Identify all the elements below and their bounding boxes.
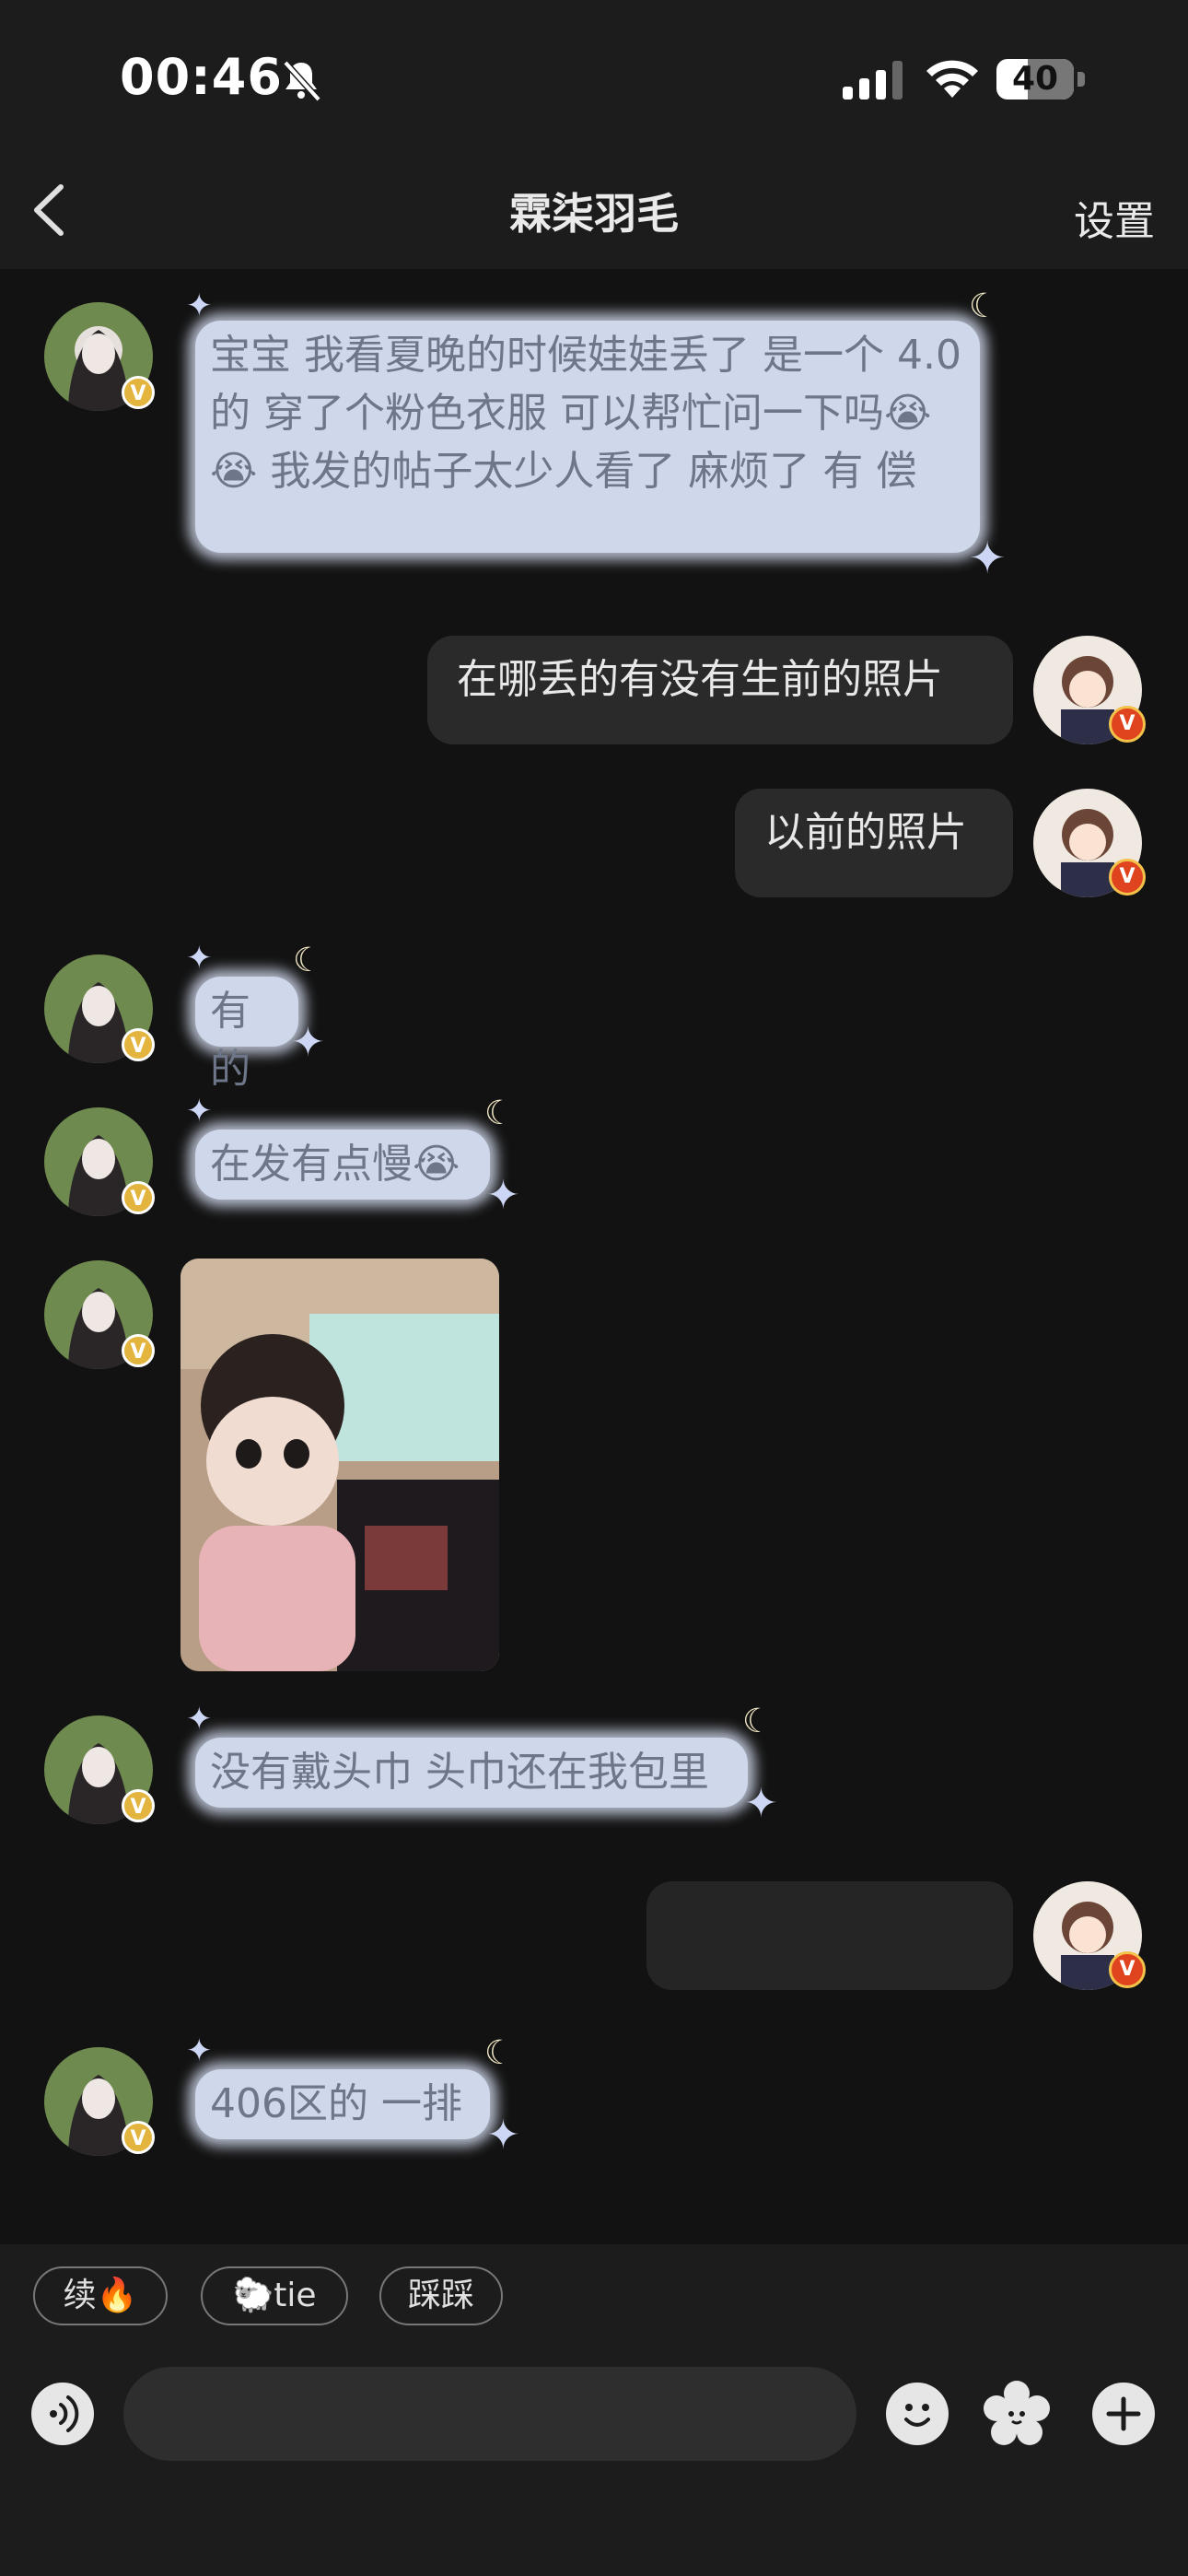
contact-avatar[interactable]: V <box>44 302 155 411</box>
message-text: 以前的照片 <box>764 809 967 856</box>
message-bubble[interactable] <box>646 1881 1013 1990</box>
message-bubble[interactable]: 406区的 一排 <box>195 2069 490 2139</box>
quick-reply-chip[interactable]: 续🔥 <box>33 2266 168 2325</box>
doll-photo[interactable] <box>181 1259 499 1671</box>
message-bubble[interactable]: 在哪丢的有没有生前的照片 <box>427 636 1013 744</box>
verified-badge: V <box>122 2121 155 2154</box>
verified-badge: V <box>1109 1951 1146 1988</box>
cellular-signal-icon <box>843 61 903 100</box>
sparkle-icon: ✦ <box>486 2112 520 2159</box>
sparkle-icon: ✦ <box>186 2032 213 2069</box>
verified-badge: V <box>122 1181 155 1214</box>
moon-icon: ☾ <box>293 942 323 979</box>
message-bubble[interactable]: 没有戴头巾 头巾还在我包里 <box>195 1738 748 1808</box>
contact-avatar[interactable]: V <box>44 1260 155 1369</box>
contact-avatar[interactable]: V <box>44 1715 155 1824</box>
verified-badge: V <box>122 376 155 409</box>
moon-icon: ☾ <box>969 287 999 325</box>
sparkle-icon: ✦ <box>186 1093 213 1130</box>
my-avatar[interactable]: V <box>1033 636 1146 744</box>
verified-badge: V <box>122 1789 155 1822</box>
verified-badge: V <box>122 1028 155 1061</box>
message-input[interactable] <box>123 2367 856 2461</box>
contact-avatar[interactable]: V <box>44 1107 155 1216</box>
message-text: 没有戴头巾 头巾还在我包里 <box>210 1749 709 1796</box>
voice-icon[interactable] <box>31 2383 94 2445</box>
message-bubble[interactable]: 在发有点慢😭 <box>195 1130 490 1200</box>
quick-reply-chip[interactable]: 踩踩 <box>379 2266 503 2325</box>
moon-icon: ☾ <box>484 1095 515 1132</box>
message-text: 406区的 一排 <box>210 2080 462 2127</box>
sticker-icon[interactable] <box>984 2381 1050 2447</box>
message-bubble[interactable]: 有的 <box>195 977 298 1093</box>
wifi-icon <box>926 60 978 98</box>
settings-button[interactable]: 设置 <box>1074 188 1155 247</box>
sparkle-icon: ✦ <box>186 940 213 977</box>
sparkle-icon: ✦ <box>486 1172 520 1219</box>
message-text: 在发有点慢😭 <box>210 1141 460 1188</box>
moon-icon: ☾ <box>484 2034 515 2072</box>
message-text: 在哪丢的有没有生前的照片 <box>457 656 943 703</box>
sparkle-icon: ✦ <box>186 287 213 324</box>
status-time: 00:46 <box>120 48 283 106</box>
quick-reply-chip[interactable]: 🐑tie <box>201 2266 348 2325</box>
chat-title: 霖柒羽毛 <box>509 189 679 239</box>
plus-icon[interactable] <box>1092 2383 1155 2445</box>
message-text: 有的 <box>210 988 250 1093</box>
emoji-icon[interactable] <box>886 2383 949 2445</box>
sparkle-icon: ✦ <box>744 1780 778 1827</box>
contact-avatar[interactable]: V <box>44 2047 155 2156</box>
silent-bell-icon <box>283 60 321 102</box>
contact-avatar[interactable]: V <box>44 954 155 1063</box>
my-avatar[interactable]: V <box>1033 1881 1146 1990</box>
message-text: 宝宝 我看夏晚的时候娃娃丢了 是一个 4.0的 穿了个粉色衣服 可以帮忙问一下吗… <box>210 332 961 495</box>
my-avatar[interactable]: V <box>1033 789 1146 897</box>
verified-badge: V <box>1109 706 1146 743</box>
message-bubble[interactable]: 以前的照片 <box>735 789 1013 897</box>
battery-percentage: 40 <box>1011 60 1059 98</box>
moon-icon: ☾ <box>742 1703 773 1740</box>
sparkle-icon: ✦ <box>186 1701 213 1738</box>
verified-badge: V <box>1109 859 1146 896</box>
battery-icon: 40 <box>996 59 1085 101</box>
message-bubble[interactable]: 宝宝 我看夏晚的时候娃娃丢了 是一个 4.0的 穿了个粉色衣服 可以帮忙问一下吗… <box>195 321 980 553</box>
verified-badge: V <box>122 1334 155 1367</box>
